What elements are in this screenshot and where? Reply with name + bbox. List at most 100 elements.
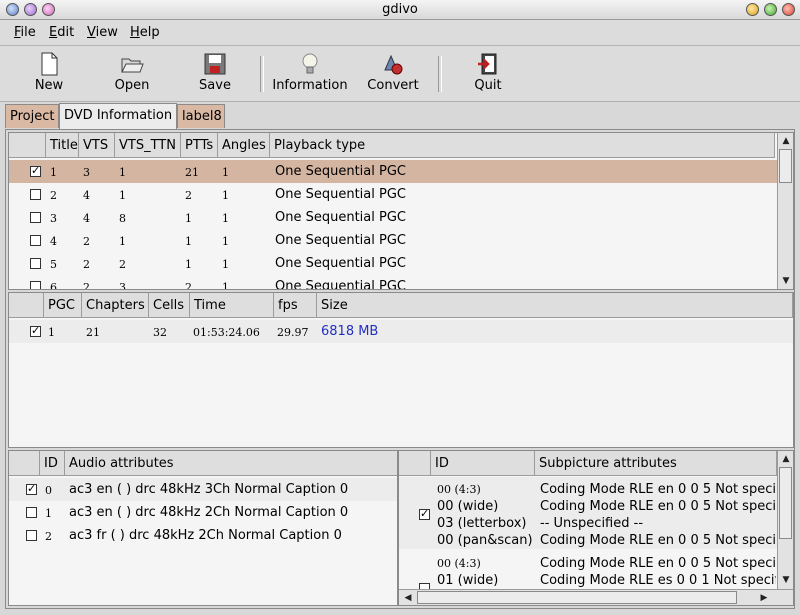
audio-checkbox[interactable]	[26, 482, 37, 495]
title-row[interactable]: 5 2 2 1 1 One Sequential PGC	[9, 252, 777, 275]
column-header-cells[interactable]: Cells	[149, 293, 190, 318]
column-header-pgc[interactable]: PGC	[44, 293, 82, 318]
convert-button[interactable]: Convert	[364, 48, 422, 100]
tab-project[interactable]: Project	[5, 104, 59, 128]
title-angles: 1	[222, 258, 229, 271]
title-row[interactable]: 4 2 1 1 1 One Sequential PGC	[9, 229, 777, 252]
column-header-audio-id[interactable]: ID	[40, 451, 65, 476]
subpicture-attribute: Coding Mode RLE en 0 0 5 Not specif	[540, 556, 776, 571]
title-ptts: 1	[185, 258, 192, 271]
column-header-title[interactable]: Title	[46, 133, 79, 158]
subpicture-horizontal-scrollbar[interactable]: ◀ ▶	[399, 589, 793, 605]
column-header-size[interactable]: Size	[317, 293, 793, 318]
title-row[interactable]: 3 4 8 1 1 One Sequential PGC	[9, 206, 777, 229]
pgc-cells: 32	[153, 326, 167, 339]
quit-icon	[478, 53, 497, 75]
tab-dvd-information[interactable]: DVD Information	[59, 103, 177, 130]
information-button[interactable]: Information	[270, 48, 350, 100]
audio-checkbox[interactable]	[26, 530, 37, 541]
column-header-ptts[interactable]: PTTs	[181, 133, 218, 158]
title-vts: 2	[83, 281, 90, 290]
subpicture-id: 03 (letterbox)	[437, 516, 527, 531]
scroll-thumb[interactable]	[779, 149, 792, 183]
title-checkbox[interactable]	[30, 258, 41, 269]
column-header-subpicture-attributes[interactable]: Subpicture attributes	[535, 451, 777, 476]
maximize-button[interactable]	[764, 3, 777, 16]
title-row[interactable]: 1 3 1 21 1 One Sequential PGC	[9, 160, 777, 183]
column-header-check[interactable]	[399, 451, 431, 476]
subpicture-attribute: Coding Mode RLE es 0 0 1 Not specif	[540, 573, 776, 588]
audio-id: 0	[45, 484, 52, 497]
column-header-angles[interactable]: Angles	[218, 133, 270, 158]
title-ptts: 21	[185, 166, 199, 179]
column-header-vts[interactable]: VTS	[79, 133, 115, 158]
subpicture-attribute: Coding Mode RLE en 0 0 5 Not specif	[540, 533, 776, 548]
audio-attribute: ac3 en ( ) drc 48kHz 2Ch Normal Caption …	[69, 505, 349, 520]
title-playback-type: One Sequential PGC	[275, 279, 406, 290]
quit-button[interactable]: Quit	[468, 48, 508, 100]
subpicture-attribute: -- Unspecified --	[540, 516, 644, 531]
scroll-down-arrow[interactable]: ▼	[779, 274, 793, 288]
pgc-row[interactable]: 1 21 32 01:53:24.06 29.97 6818 MB	[9, 320, 793, 343]
column-header-fps[interactable]: fps	[274, 293, 317, 318]
column-header-check[interactable]	[9, 451, 40, 476]
menu-help[interactable]: Help	[130, 25, 160, 40]
title-vts-ttn: 1	[119, 235, 126, 248]
column-header-vts-ttn[interactable]: VTS_TTN	[115, 133, 181, 158]
menu-view[interactable]: View	[87, 25, 118, 40]
title-checkbox[interactable]	[30, 235, 41, 246]
scroll-thumb[interactable]	[417, 591, 737, 604]
audio-row[interactable]: 1 ac3 en ( ) drc 48kHz 2Ch Normal Caption…	[9, 501, 397, 524]
scroll-up-arrow[interactable]: ▲	[779, 134, 793, 148]
title-checkbox[interactable]	[30, 189, 41, 200]
subpicture-row[interactable]: 00 (4:3) 00 (wide) 03 (letterbox) 00 (pa…	[399, 477, 777, 549]
column-header-playback-type[interactable]: Playback type	[270, 133, 775, 158]
audio-checkbox[interactable]	[26, 507, 37, 518]
tab-label8[interactable]: label8	[177, 104, 225, 128]
title-checkbox[interactable]	[30, 164, 41, 177]
save-button[interactable]: Save	[194, 48, 236, 100]
audio-row[interactable]: 0 ac3 en ( ) drc 48kHz 3Ch Normal Caption…	[9, 478, 397, 501]
title-number: 1	[50, 166, 57, 179]
title-number: 4	[50, 235, 57, 248]
pgc-chapters: 21	[86, 326, 100, 339]
scroll-left-arrow[interactable]: ◀	[401, 591, 415, 605]
audio-row[interactable]: 2 ac3 fr ( ) drc 48kHz 2Ch Normal Caption…	[9, 524, 397, 547]
subpicture-vertical-scrollbar[interactable]: ▲ ▼	[777, 451, 793, 589]
subpicture-checkbox[interactable]	[419, 507, 430, 520]
title-angles: 1	[222, 281, 229, 290]
column-header-time[interactable]: Time	[190, 293, 274, 318]
new-icon	[41, 52, 58, 76]
minimize-button[interactable]	[746, 3, 759, 16]
scroll-up-arrow[interactable]: ▲	[779, 452, 793, 466]
close-button[interactable]	[782, 3, 795, 16]
scroll-thumb[interactable]	[779, 467, 792, 539]
menu-edit[interactable]: Edit	[49, 25, 74, 40]
titles-vertical-scrollbar[interactable]: ▲ ▼	[777, 133, 793, 289]
title-vts: 4	[83, 189, 90, 202]
column-header-subpicture-id[interactable]: ID	[431, 451, 535, 476]
title-row[interactable]: 6 2 3 2 1 One Sequential PGC	[9, 275, 777, 290]
title-checkbox[interactable]	[30, 281, 41, 289]
scroll-right-arrow[interactable]: ▶	[757, 591, 771, 605]
open-button[interactable]: Open	[110, 48, 154, 100]
column-header-check[interactable]	[9, 133, 46, 158]
new-button[interactable]: New	[28, 48, 70, 100]
save-label: Save	[199, 78, 231, 93]
title-playback-type: One Sequential PGC	[275, 187, 406, 202]
audio-id: 1	[45, 507, 52, 520]
subpicture-row[interactable]: 00 (4:3) 01 (wide) Coding Mode RLE en 0 …	[399, 551, 777, 589]
subpicture-attribute: Coding Mode RLE en 0 0 5 Not specif	[540, 499, 776, 514]
subpicture-id: 00 (pan&scan)	[437, 533, 533, 548]
title-checkbox[interactable]	[30, 212, 41, 223]
pgc-checkbox[interactable]	[30, 324, 41, 337]
menu-file[interactable]: File	[14, 25, 36, 40]
scroll-down-arrow[interactable]: ▼	[779, 573, 793, 587]
title-row[interactable]: 2 4 1 2 1 One Sequential PGC	[9, 183, 777, 206]
column-header-check[interactable]	[9, 293, 44, 318]
title-ptts: 1	[185, 235, 192, 248]
column-header-chapters[interactable]: Chapters	[82, 293, 149, 318]
title-playback-type: One Sequential PGC	[275, 210, 406, 225]
title-angles: 1	[222, 235, 229, 248]
column-header-audio-attributes[interactable]: Audio attributes	[65, 451, 397, 476]
